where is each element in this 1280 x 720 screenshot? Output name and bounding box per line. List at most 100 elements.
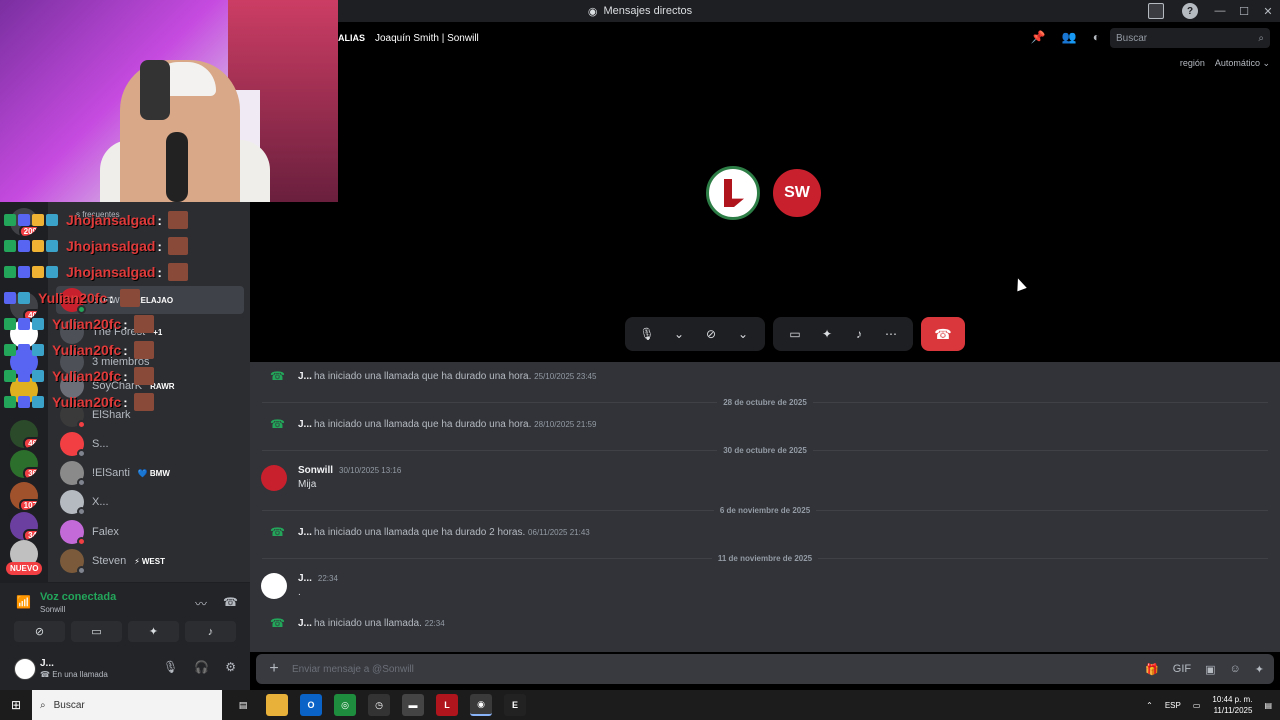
- soundboard-button[interactable]: ♪: [185, 621, 236, 642]
- voice-channel-name[interactable]: Sonwill: [40, 605, 65, 614]
- noise-suppression-icon[interactable]: 〰: [195, 595, 207, 612]
- discord-taskbar-icon[interactable]: ◉: [470, 694, 492, 716]
- streamer-webcam: [0, 0, 338, 202]
- outlook-icon[interactable]: O: [300, 694, 322, 716]
- help-icon[interactable]: ?: [1182, 3, 1198, 19]
- task-view-icon[interactable]: ▤: [232, 694, 254, 716]
- search-input[interactable]: Buscar ⌕: [1110, 28, 1270, 48]
- caller-avatar-joaquin[interactable]: [706, 166, 760, 220]
- soundboard-icon[interactable]: ♪: [845, 320, 873, 348]
- activities-icon[interactable]: ✦: [813, 320, 841, 348]
- lightning-icon: ⚡: [134, 556, 140, 566]
- search-icon: ⌕: [1258, 32, 1264, 44]
- stream-chat-line: Yulian20fc:: [0, 365, 250, 387]
- dm-item-steven[interactable]: Steven ⚡ WEST: [56, 547, 244, 575]
- dm-status-tag: 💙 BMW: [137, 468, 170, 478]
- epic-games-icon[interactable]: E: [504, 694, 526, 716]
- message-body: Mija: [298, 479, 317, 490]
- taskbar-search-input[interactable]: ⌕ Buscar: [32, 690, 222, 720]
- screen-share-icon[interactable]: [1148, 3, 1164, 19]
- date-divider: 28 de octubre de 2025: [262, 396, 1268, 408]
- avatar[interactable]: [261, 573, 287, 599]
- phone-icon: ☎: [270, 417, 285, 431]
- add-attachment-icon[interactable]: +: [256, 660, 292, 678]
- server-badge: 107: [18, 499, 38, 510]
- stream-chat-line: Jhojansalgad:: [0, 235, 250, 257]
- server-badge: 36: [23, 467, 38, 478]
- phone-icon: ☎: [270, 616, 285, 630]
- phone-icon: ☎: [270, 369, 285, 383]
- hang-up-button[interactable]: ☎: [921, 317, 965, 351]
- dm-item-elsanti[interactable]: !ElSanti 💙 BMW: [56, 459, 244, 487]
- activities-button[interactable]: ✦: [128, 621, 179, 642]
- user-profile-icon[interactable]: ◐: [1093, 30, 1100, 44]
- network-icon[interactable]: ▭: [1193, 701, 1201, 710]
- apps-icon[interactable]: ✦: [1255, 663, 1264, 676]
- message-author[interactable]: Sonwill 30/10/2025 13:16: [298, 465, 401, 476]
- app-icon[interactable]: L: [436, 694, 458, 716]
- stream-chat-line: Yulian20fc:: [0, 313, 250, 335]
- taskbar-search-label: Buscar: [53, 699, 85, 711]
- new-badge[interactable]: NUEVO: [6, 562, 43, 575]
- windows-start-icon[interactable]: ⊞: [0, 690, 32, 720]
- camera-toggle-button[interactable]: ⊘: [14, 621, 65, 642]
- close-button[interactable]: ✕: [1256, 5, 1280, 18]
- app-icon[interactable]: ◷: [368, 694, 390, 716]
- caller-avatar-sonwill[interactable]: SW: [770, 166, 824, 220]
- region-selector[interactable]: región Automático ⌄: [1180, 58, 1270, 69]
- camera-options-chevron-icon[interactable]: ⌄: [729, 320, 757, 348]
- gif-icon[interactable]: GIF: [1173, 663, 1191, 676]
- minimize-button[interactable]: —: [1208, 5, 1232, 17]
- sticker-icon[interactable]: ▣: [1205, 663, 1215, 676]
- camera-off-icon[interactable]: ⊘: [697, 320, 725, 348]
- microphone-icon[interactable]: 🎙: [163, 660, 178, 674]
- mic-options-chevron-icon[interactable]: ⌄: [665, 320, 693, 348]
- headphones-icon[interactable]: 🎧: [194, 660, 209, 674]
- voice-status-title[interactable]: Voz conectada: [40, 591, 116, 603]
- app-icon[interactable]: ▬: [402, 694, 424, 716]
- dm-name: S...: [92, 438, 109, 450]
- server-badge: 46: [23, 437, 38, 448]
- avatar[interactable]: [14, 658, 36, 680]
- emoji-icon[interactable]: ☺: [1230, 663, 1241, 676]
- server-icon[interactable]: 107: [10, 482, 38, 510]
- alias-label: ALIAS: [338, 33, 365, 43]
- composer-placeholder[interactable]: Enviar mensaje a @Sonwill: [292, 664, 414, 675]
- notifications-icon[interactable]: ▤: [1264, 701, 1272, 710]
- gift-icon[interactable]: 🎁: [1145, 663, 1159, 676]
- add-friend-icon[interactable]: 👥: [1062, 30, 1077, 44]
- chrome-icon[interactable]: ◎: [334, 694, 356, 716]
- message-composer[interactable]: + Enviar mensaje a @Sonwill 🎁 GIF ▣ ☺ ✦: [256, 654, 1274, 684]
- windows-taskbar: ⊞ ⌕ Buscar ▤ O ◎ ◷ ▬ L ◉ E ⌃ ESP ▭ 10:44…: [0, 690, 1280, 720]
- server-icon[interactable]: 46: [10, 420, 38, 448]
- call-log-item: ☎ J... ha iniciado una llamada. 22:34: [270, 616, 445, 630]
- microphone-icon[interactable]: 🎙: [633, 320, 661, 348]
- clock[interactable]: 10:44 p. m. 11/11/2025: [1212, 694, 1252, 716]
- server-badge: 34: [23, 529, 38, 540]
- search-placeholder: Buscar: [1116, 32, 1148, 44]
- dm-name: X...: [92, 496, 109, 508]
- signal-icon[interactable]: 📶: [16, 595, 31, 609]
- tray-chevron-icon[interactable]: ⌃: [1146, 701, 1153, 710]
- more-options-icon[interactable]: ⋯: [877, 320, 905, 348]
- dm-item-s[interactable]: S...: [56, 430, 244, 458]
- avatar[interactable]: [261, 465, 287, 491]
- dm-item-falex[interactable]: Falex: [56, 518, 244, 546]
- dm-item-x[interactable]: X...: [56, 488, 244, 516]
- stream-chat-line: Yulian20fc:: [0, 391, 250, 413]
- region-value[interactable]: Automático ⌄: [1215, 58, 1270, 69]
- server-icon[interactable]: 36: [10, 450, 38, 478]
- disconnect-icon[interactable]: ☎: [223, 595, 238, 612]
- call-log-item: ☎ J... ha iniciado una llamada que ha du…: [270, 417, 597, 431]
- username[interactable]: J...: [40, 658, 54, 669]
- message-author[interactable]: J... 22:34: [298, 573, 338, 584]
- screen-share-button[interactable]: ▭: [781, 320, 809, 348]
- file-explorer-icon[interactable]: [266, 694, 288, 716]
- pin-icon[interactable]: 📌: [1031, 30, 1046, 44]
- screen-share-button[interactable]: ▭: [71, 621, 122, 642]
- dm-name: !ElSanti: [92, 467, 130, 479]
- settings-gear-icon[interactable]: ⚙: [225, 660, 236, 674]
- maximize-button[interactable]: ☐: [1232, 5, 1256, 18]
- language-indicator[interactable]: ESP: [1165, 701, 1181, 710]
- server-icon[interactable]: 34: [10, 512, 38, 540]
